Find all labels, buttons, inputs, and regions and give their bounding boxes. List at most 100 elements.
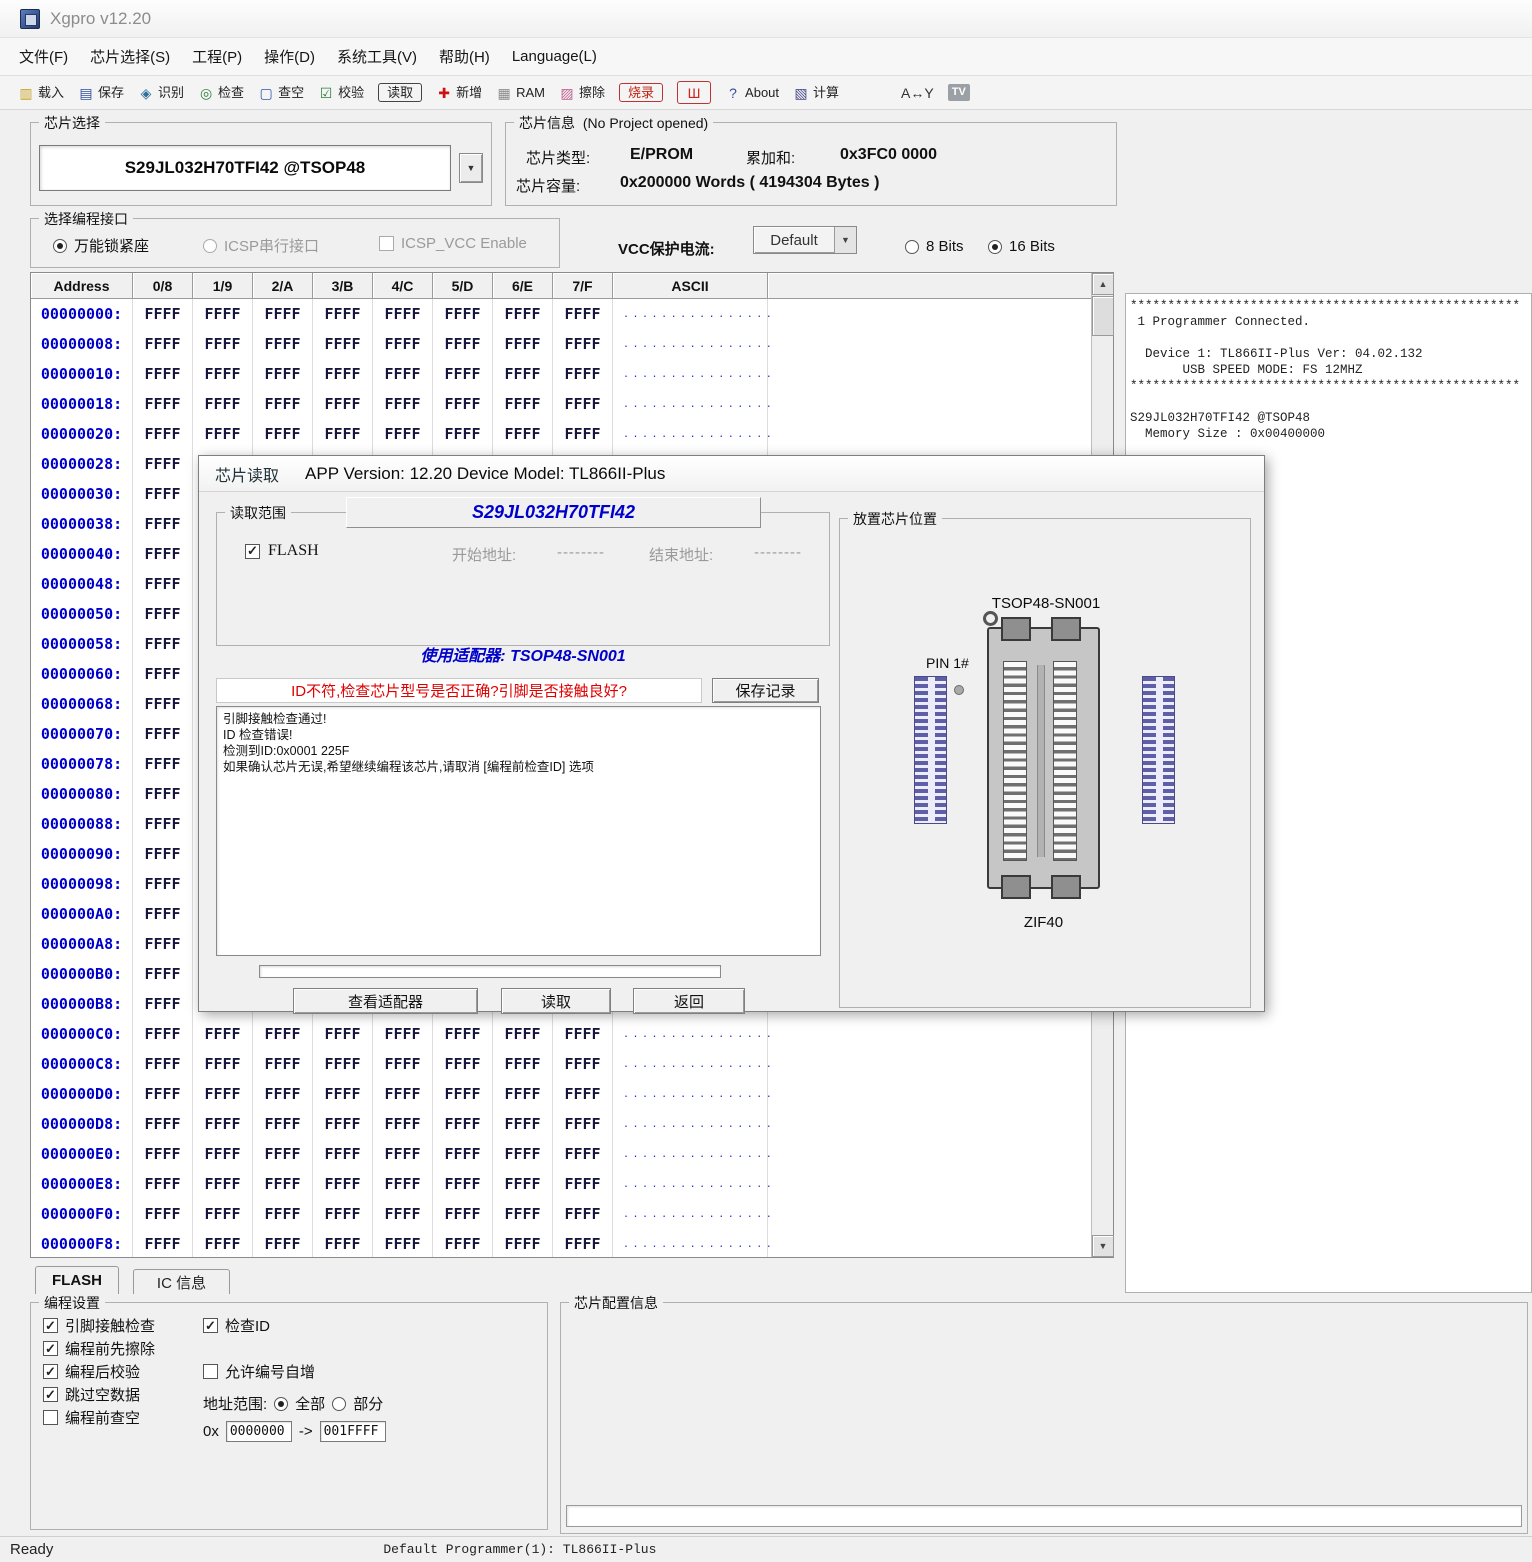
dialog-read-button[interactable]: 读取 (501, 988, 611, 1014)
scroll-up-button[interactable]: ▲ (1092, 273, 1114, 295)
hex-cell[interactable]: FFFF (133, 509, 193, 539)
hex-cell[interactable]: FFFF (193, 389, 253, 419)
hex-cell[interactable]: FFFF (313, 299, 373, 329)
save-button[interactable]: ▤保存 (78, 84, 124, 101)
hex-cell[interactable]: FFFF (193, 419, 253, 449)
hex-cell[interactable]: FFFF (433, 1169, 493, 1199)
load-button[interactable]: ▥载入 (18, 84, 64, 101)
hex-cell[interactable]: FFFF (433, 1049, 493, 1079)
hex-cell[interactable]: FFFF (373, 359, 433, 389)
erase-before-program-checkbox[interactable] (43, 1341, 58, 1356)
table-row[interactable]: 000000D8:FFFFFFFFFFFFFFFFFFFFFFFFFFFFFFF… (31, 1109, 1093, 1139)
scrollbar-thumb[interactable] (1092, 296, 1114, 336)
tab-ic-info[interactable]: IC 信息 (133, 1269, 230, 1294)
menu-item[interactable]: 操作(D) (253, 39, 326, 74)
hex-cell[interactable]: FFFF (133, 689, 193, 719)
table-row[interactable]: 00000020:FFFFFFFFFFFFFFFFFFFFFFFFFFFFFFF… (31, 419, 1093, 449)
about-button[interactable]: ?About (725, 84, 779, 101)
hex-cell[interactable]: FFFF (493, 1229, 553, 1257)
menu-item[interactable]: 系统工具(V) (326, 39, 428, 74)
hex-cell[interactable]: FFFF (493, 419, 553, 449)
addr-start-input[interactable]: 0000000 (226, 1421, 292, 1442)
addr-range-all-radio[interactable] (274, 1397, 288, 1411)
table-row[interactable]: 00000018:FFFFFFFFFFFFFFFFFFFFFFFFFFFFFFF… (31, 389, 1093, 419)
hex-cell[interactable]: FFFF (493, 359, 553, 389)
dialog-titlebar[interactable]: 芯片读取 APP Version: 12.20 Device Model: TL… (199, 456, 1264, 492)
check-id-button[interactable]: ◎检查 (198, 84, 244, 101)
hex-cell[interactable]: FFFF (133, 749, 193, 779)
hex-cell[interactable]: FFFF (193, 299, 253, 329)
auto-identify-button[interactable]: ◈识别 (138, 84, 184, 101)
hex-cell[interactable]: FFFF (553, 1199, 613, 1229)
hex-cell[interactable]: FFFF (133, 989, 193, 1019)
hex-cell[interactable]: FFFF (253, 389, 313, 419)
hex-cell[interactable]: FFFF (493, 1049, 553, 1079)
tv-button[interactable]: TV (948, 84, 970, 101)
title-bar[interactable]: Xgpro v12.20 (0, 0, 1532, 38)
tab-flash[interactable]: FLASH (35, 1266, 119, 1294)
hex-cell[interactable]: FFFF (133, 1229, 193, 1257)
hex-cell[interactable]: FFFF (253, 1109, 313, 1139)
hex-cell[interactable]: FFFF (373, 1229, 433, 1257)
check-id-checkbox[interactable] (203, 1318, 218, 1333)
hex-cell[interactable]: FFFF (253, 1169, 313, 1199)
hex-cell[interactable]: FFFF (433, 359, 493, 389)
hex-cell[interactable]: FFFF (493, 1019, 553, 1049)
hex-cell[interactable]: FFFF (253, 329, 313, 359)
hex-cell[interactable]: FFFF (193, 1049, 253, 1079)
hex-cell[interactable]: FFFF (253, 1199, 313, 1229)
hex-cell[interactable]: FFFF (553, 359, 613, 389)
addr-range-part-radio[interactable] (332, 1397, 346, 1411)
hex-cell[interactable]: FFFF (493, 1079, 553, 1109)
hex-cell[interactable]: FFFF (553, 1139, 613, 1169)
burn-button[interactable]: 烧录 (619, 83, 663, 102)
skip-blank-data-checkbox[interactable] (43, 1387, 58, 1402)
hex-cell[interactable]: FFFF (433, 1199, 493, 1229)
hex-cell[interactable]: FFFF (253, 1049, 313, 1079)
hex-cell[interactable]: FFFF (553, 329, 613, 359)
hex-cell[interactable]: FFFF (373, 1169, 433, 1199)
hex-cell[interactable]: FFFF (373, 1139, 433, 1169)
hex-cell[interactable]: FFFF (313, 1019, 373, 1049)
table-row[interactable]: 000000C8:FFFFFFFFFFFFFFFFFFFFFFFFFFFFFFF… (31, 1049, 1093, 1079)
hex-cell[interactable]: FFFF (373, 419, 433, 449)
hex-cell[interactable]: FFFF (133, 929, 193, 959)
hex-cell[interactable]: FFFF (193, 1169, 253, 1199)
bits-8-radio[interactable] (905, 240, 919, 254)
hex-cell[interactable]: FFFF (373, 329, 433, 359)
menu-item[interactable]: 工程(P) (181, 39, 253, 74)
table-row[interactable]: 000000E0:FFFFFFFFFFFFFFFFFFFFFFFFFFFFFFF… (31, 1139, 1093, 1169)
hex-cell[interactable]: FFFF (193, 1019, 253, 1049)
scroll-down-button[interactable]: ▼ (1092, 1235, 1114, 1257)
hex-cell[interactable]: FFFF (133, 629, 193, 659)
hex-cell[interactable]: FFFF (133, 809, 193, 839)
menu-item[interactable]: Language(L) (501, 41, 608, 72)
hex-cell[interactable]: FFFF (253, 1139, 313, 1169)
hex-cell[interactable]: FFFF (553, 299, 613, 329)
blank-check-button[interactable]: ▢查空 (258, 84, 304, 101)
hex-cell[interactable]: FFFF (133, 299, 193, 329)
menu-item[interactable]: 芯片选择(S) (79, 39, 181, 74)
hex-cell[interactable]: FFFF (133, 419, 193, 449)
hex-cell[interactable]: FFFF (433, 1019, 493, 1049)
hex-cell[interactable]: FFFF (433, 389, 493, 419)
hex-cell[interactable]: FFFF (553, 1049, 613, 1079)
hex-cell[interactable]: FFFF (313, 1109, 373, 1139)
hex-cell[interactable]: FFFF (373, 389, 433, 419)
icsp-radio[interactable] (203, 239, 217, 253)
hex-cell[interactable]: FFFF (433, 1139, 493, 1169)
hex-cell[interactable]: FFFF (133, 479, 193, 509)
hex-cell[interactable]: FFFF (133, 659, 193, 689)
hex-cell[interactable]: FFFF (253, 1079, 313, 1109)
table-row[interactable]: 00000010:FFFFFFFFFFFFFFFFFFFFFFFFFFFFFFF… (31, 359, 1093, 389)
hex-cell[interactable]: FFFF (253, 1229, 313, 1257)
table-row[interactable]: 000000D0:FFFFFFFFFFFFFFFFFFFFFFFFFFFFFFF… (31, 1079, 1093, 1109)
hex-cell[interactable]: FFFF (133, 869, 193, 899)
hex-cell[interactable]: FFFF (133, 839, 193, 869)
calculator-button[interactable]: ▧计算 (793, 84, 839, 101)
hex-cell[interactable]: FFFF (133, 1169, 193, 1199)
hex-cell[interactable]: FFFF (313, 1079, 373, 1109)
hex-cell[interactable]: FFFF (313, 1199, 373, 1229)
hex-cell[interactable]: FFFF (433, 1229, 493, 1257)
hex-cell[interactable]: FFFF (313, 419, 373, 449)
